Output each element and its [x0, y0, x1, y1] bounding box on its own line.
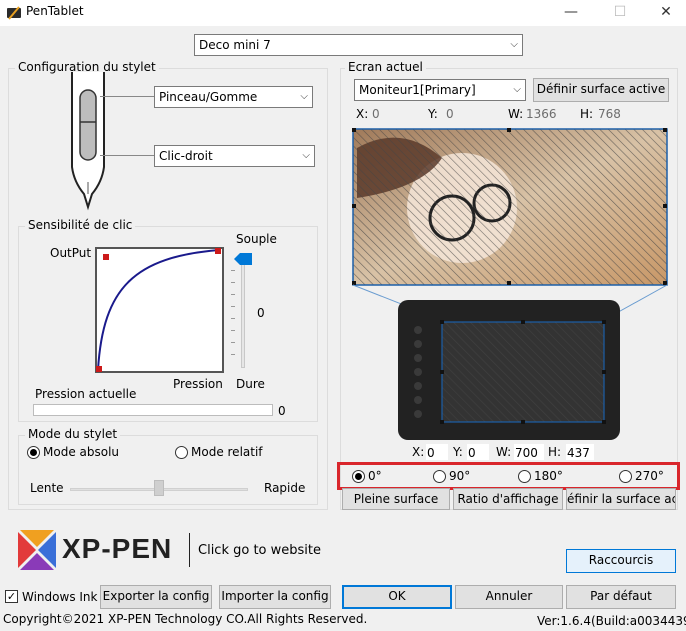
windows-ink-checkbox[interactable]: ✓ [5, 590, 18, 603]
screen-w-value: 1366 [526, 107, 557, 121]
screen-h-value: 768 [598, 107, 621, 121]
output-label: OutPut [50, 246, 92, 260]
current-pressure-label: Pression actuelle [35, 387, 137, 401]
chevron-down-icon: ⌵ [300, 91, 308, 102]
tablet-x-label: X: [412, 445, 425, 459]
sensitivity-value: 0 [257, 306, 265, 320]
rotation-90-label[interactable]: 90° [449, 469, 470, 483]
screen-x-label: X: [356, 107, 369, 121]
screen-x-value: 0 [372, 107, 380, 121]
monitor-select-value: Moniteur1[Primary] [359, 83, 476, 97]
screen-w-label: W: [508, 107, 524, 121]
curve-control-point[interactable] [103, 254, 109, 260]
close-button[interactable]: ✕ [646, 0, 686, 26]
ok-button[interactable]: OK [342, 585, 452, 609]
soft-label: Souple [236, 232, 277, 246]
slider-ticks [231, 270, 235, 366]
shortcuts-button[interactable]: Raccourcis [566, 549, 676, 573]
chevron-down-icon: ⌵ [510, 39, 518, 50]
screen-y-label: Y: [428, 107, 438, 121]
chevron-down-icon: ⌵ [302, 150, 310, 161]
default-button[interactable]: Par défaut [566, 585, 676, 609]
relative-mode-label[interactable]: Mode relatif [191, 445, 263, 459]
monitor-select[interactable]: Moniteur1[Primary] ⌵ [354, 79, 526, 101]
pressure-curve-graph[interactable] [95, 247, 224, 373]
minimize-button[interactable]: — [551, 0, 591, 26]
xp-pen-logo-icon[interactable] [16, 530, 58, 570]
tablet-w-label: W: [496, 445, 512, 459]
tablet-h-label: H: [548, 445, 562, 459]
current-pressure-value: 0 [278, 404, 286, 418]
cancel-button[interactable]: Annuler [455, 585, 563, 609]
tablet-h-value[interactable]: 437 [566, 444, 594, 460]
full-surface-button[interactable]: Pleine surface [342, 488, 450, 510]
import-config-button[interactable]: Importer la config [219, 585, 331, 609]
absolute-mode-radio[interactable] [27, 446, 40, 459]
lower-button-value: Clic-droit [159, 149, 213, 163]
speed-fast-label: Rapide [264, 481, 306, 495]
upper-button-value: Pinceau/Gomme [159, 90, 258, 104]
lower-button-select[interactable]: Clic-droit ⌵ [154, 145, 315, 167]
rotation-270-radio[interactable] [619, 470, 632, 483]
copyright-text: Copyright©2021 XP-PEN Technology CO.All … [3, 612, 368, 626]
curve-start-point[interactable] [96, 366, 102, 372]
title-bar: PenTablet — ☐ ✕ [0, 0, 686, 26]
website-link[interactable]: Click go to website [198, 543, 321, 558]
tablet-y-value[interactable]: 0 [467, 444, 489, 460]
rotation-180-radio[interactable] [518, 470, 531, 483]
brand-divider [189, 533, 190, 567]
sensitivity-slider-thumb[interactable] [233, 252, 253, 266]
rotation-270-label[interactable]: 270° [635, 469, 664, 483]
sensitivity-slider-track[interactable] [241, 258, 245, 368]
device-select-value: Deco mini 7 [199, 38, 271, 52]
sensitivity-label: Sensibilité de clic [25, 218, 136, 232]
version-text: Ver:1.6.4(Build:a0034439) [537, 614, 686, 628]
hard-label: Dure [236, 377, 265, 391]
define-surface-button[interactable]: éfinir la surface activ [566, 488, 676, 510]
pen-mode-label: Mode du stylet [25, 427, 121, 441]
screen-y-value: 0 [446, 107, 454, 121]
pressure-label: Pression [173, 377, 223, 391]
upper-button-connector [100, 96, 154, 97]
curve-end-point[interactable] [215, 248, 221, 254]
pen-tablet-app-icon [7, 6, 21, 20]
screen-label: Ecran actuel [345, 60, 426, 74]
speed-slider-thumb[interactable] [154, 480, 164, 496]
rotation-180-label[interactable]: 180° [534, 469, 563, 483]
screen-h-label: H: [580, 107, 594, 121]
display-ratio-button[interactable]: Ratio d'affichage [453, 488, 563, 510]
tablet-w-value[interactable]: 700 [514, 444, 544, 460]
rotation-90-radio[interactable] [433, 470, 446, 483]
tablet-y-label: Y: [453, 445, 463, 459]
maximize-button[interactable]: ☐ [600, 0, 640, 26]
chevron-down-icon: ⌵ [513, 84, 521, 95]
export-config-button[interactable]: Exporter la config [100, 585, 212, 609]
lower-button-connector [100, 155, 154, 156]
window-title: PenTablet [26, 4, 84, 18]
device-select[interactable]: Deco mini 7 ⌵ [194, 34, 523, 56]
rotation-0-label[interactable]: 0° [368, 469, 382, 483]
tablet-x-value[interactable]: 0 [426, 444, 448, 460]
rotation-0-radio[interactable] [352, 470, 365, 483]
brand-name[interactable]: XP-PEN [62, 533, 172, 565]
speed-slow-label: Lente [30, 481, 64, 495]
relative-mode-radio[interactable] [175, 446, 188, 459]
pen-illustration [71, 72, 105, 211]
absolute-mode-label[interactable]: Mode absolu [43, 445, 119, 459]
screen-mapping-preview[interactable] [352, 128, 668, 446]
upper-button-select[interactable]: Pinceau/Gomme ⌵ [154, 86, 313, 108]
define-active-surface-button[interactable]: Définir surface active [533, 78, 669, 102]
windows-ink-label[interactable]: Windows Ink [22, 590, 97, 604]
current-pressure-bar [33, 404, 273, 416]
